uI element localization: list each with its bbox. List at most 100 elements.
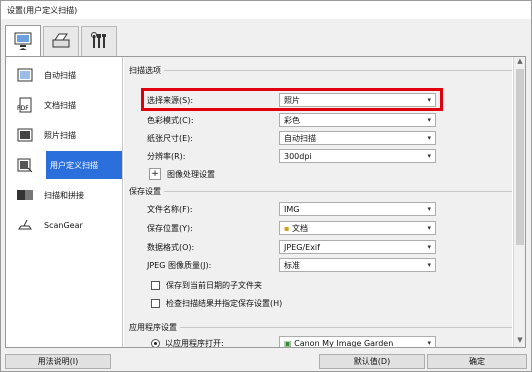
resolution-label: 分辨率(R): [147,151,186,161]
expand-icon: + [149,168,161,180]
data-format-row: 数据格式(O): [147,240,275,254]
sidebar-item-photo-scan[interactable]: 照片扫描 [14,121,119,149]
date-subfolder-label: 保存到当前日期的子文件夹 [166,280,262,290]
help-button[interactable]: 用法说明(I) [5,354,111,369]
data-format-select[interactable]: JPEG/Exif ▾ [279,240,436,254]
chevron-down-icon: ▾ [427,116,431,124]
paper-size-select[interactable]: 自动扫描 ▾ [279,131,436,145]
defaults-button[interactable]: 默认值(D) [319,354,425,369]
scroll-up-icon[interactable]: ▲ [514,57,526,68]
app-settings-title: 应用程序设置 [129,322,180,333]
tools-tab-icon [88,31,110,53]
chevron-down-icon: ▾ [427,205,431,213]
chevron-down-icon: ▾ [427,224,431,232]
sidebar-item-scangear[interactable]: ScanGear [14,211,119,239]
sidebar-item-document-scan[interactable]: PDF 文档扫描 [14,91,119,119]
date-subfolder-checkbox[interactable]: 保存到当前日期的子文件夹 [151,278,262,292]
jpeg-quality-row: JPEG 图像质量(J): [147,258,275,272]
scan-type-sidebar: 自动扫描 PDF 文档扫描 照片扫描 用户定义扫描 扫描和拼接 ScanGear [6,57,123,347]
app-value: Canon My Image Garden [294,338,394,348]
chevron-down-icon: ▾ [427,134,431,142]
color-mode-row: 色彩模式(C): [147,113,275,127]
checkbox-box [151,298,160,308]
scroll-down-icon[interactable]: ▼ [514,336,526,347]
paper-size-value: 自动扫描 [284,133,316,143]
scroll-thumb[interactable] [516,69,524,245]
sidebar-item-auto-scan[interactable]: 自动扫描 [14,61,119,89]
document-scan-icon: PDF [14,96,36,114]
save-location-row: 保存位置(Y): [147,221,275,235]
paper-size-label: 纸张尺寸(E): [147,133,193,143]
checkbox-box [151,280,160,290]
jpeg-quality-value: 标准 [284,260,300,270]
source-value: 照片 [284,95,300,105]
source-row: 选择来源(S): [147,93,275,107]
vertical-scrollbar[interactable]: ▲ ▼ [513,57,525,347]
image-processing-toggle[interactable]: + 图像处理设置 [149,167,215,181]
chevron-down-icon: ▾ [427,96,431,104]
sidebar-item-label: 扫描和拼接 [44,190,84,200]
save-settings-group: 保存设置 文件名称(F): IMG ▾ 保存位置(Y): ▪ 文档 ▾ 数据格式(O… [129,186,512,311]
chevron-down-icon: ▾ [427,261,431,269]
paper-size-row: 纸张尺寸(E): [147,131,275,145]
chevron-down-icon: ▾ [427,339,431,347]
open-with-label: 以应用程序打开: [165,338,224,348]
color-mode-value: 彩色 [284,115,300,125]
file-name-row: 文件名称(F): [147,202,275,216]
sidebar-item-custom-scan[interactable]: 用户定义扫描 [46,151,122,179]
sidebar-item-stitch[interactable]: 扫描和拼接 [14,181,119,209]
sidebar-item-label: ScanGear [44,220,83,230]
jpeg-quality-select[interactable]: 标准 ▾ [279,258,436,272]
chevron-down-icon: ▾ [427,243,431,251]
source-label: 选择来源(S): [147,95,194,105]
tab-scanner-settings[interactable] [43,26,79,56]
auto-scan-icon [14,66,36,84]
tab-scan-from-computer[interactable] [5,25,41,57]
save-settings-title: 保存设置 [129,186,164,197]
ok-button[interactable]: 确定 [427,354,527,369]
color-mode-label: 色彩模式(C): [147,115,194,125]
stitch-icon [14,186,36,204]
save-location-value-wrap: ▪ 文档 [284,223,308,234]
sidebar-item-label: 文档扫描 [44,100,76,110]
color-mode-select[interactable]: 彩色 ▾ [279,113,436,127]
app-icon: ▣ [284,338,295,348]
app-settings-group: 应用程序设置 以应用程序打开: ▣ Canon My Image Garden ▾ [129,322,512,347]
app-value-wrap: ▣ Canon My Image Garden [284,339,393,348]
scan-tab-icon [12,31,34,53]
data-format-value: JPEG/Exif [284,242,320,252]
sidebar-item-label: 照片扫描 [44,130,76,140]
svg-text:PDF: PDF [17,105,29,112]
scangear-icon [14,216,36,234]
file-name-select[interactable]: IMG ▾ [279,202,436,216]
data-format-label: 数据格式(O): [147,242,195,252]
image-processing-label: 图像处理设置 [167,169,215,179]
check-results-checkbox[interactable]: 检查扫描结果并指定保存设置(H) [151,296,282,310]
app-select[interactable]: ▣ Canon My Image Garden ▾ [279,336,436,347]
jpeg-quality-label: JPEG 图像质量(J): [147,260,212,270]
settings-panel: 自动扫描 PDF 文档扫描 照片扫描 用户定义扫描 扫描和拼接 ScanGear… [5,56,526,348]
radio-button [151,338,160,347]
sidebar-item-label: 用户定义扫描 [50,160,98,170]
settings-window: 设置(用户定义扫描) 自动扫描 PDF 文档扫描 照片扫描 用户定义扫描 扫描和… [0,0,532,372]
scan-options-group: 扫描选项 选择来源(S): 照片 ▾ 色彩模式(C): 彩色 ▾ 纸张尺寸(E): [129,65,512,180]
resolution-select[interactable]: 300dpi ▾ [279,149,436,163]
photo-scan-icon [14,126,36,144]
tab-general-settings[interactable] [81,26,117,56]
custom-scan-icon [14,156,36,174]
window-title: 设置(用户定义扫描) [1,1,531,19]
save-location-label: 保存位置(Y): [147,223,193,233]
scan-options-title: 扫描选项 [129,65,164,76]
open-with-radio[interactable]: 以应用程序打开: [151,336,224,347]
file-name-value: IMG [284,204,300,214]
resolution-row: 分辨率(R): [147,149,275,163]
file-name-label: 文件名称(F): [147,204,193,214]
settings-content: 扫描选项 选择来源(S): 照片 ▾ 色彩模式(C): 彩色 ▾ 纸张尺寸(E): [124,57,512,347]
check-results-label: 检查扫描结果并指定保存设置(H) [166,298,283,308]
folder-icon: ▪ [284,223,292,233]
sidebar-item-label: 自动扫描 [44,70,76,80]
scanner-tab-icon [50,31,72,53]
save-location-select[interactable]: ▪ 文档 ▾ [279,221,436,235]
source-select[interactable]: 照片 ▾ [279,93,436,107]
sidebar-item-custom-scan-icon-wrap [14,151,48,179]
